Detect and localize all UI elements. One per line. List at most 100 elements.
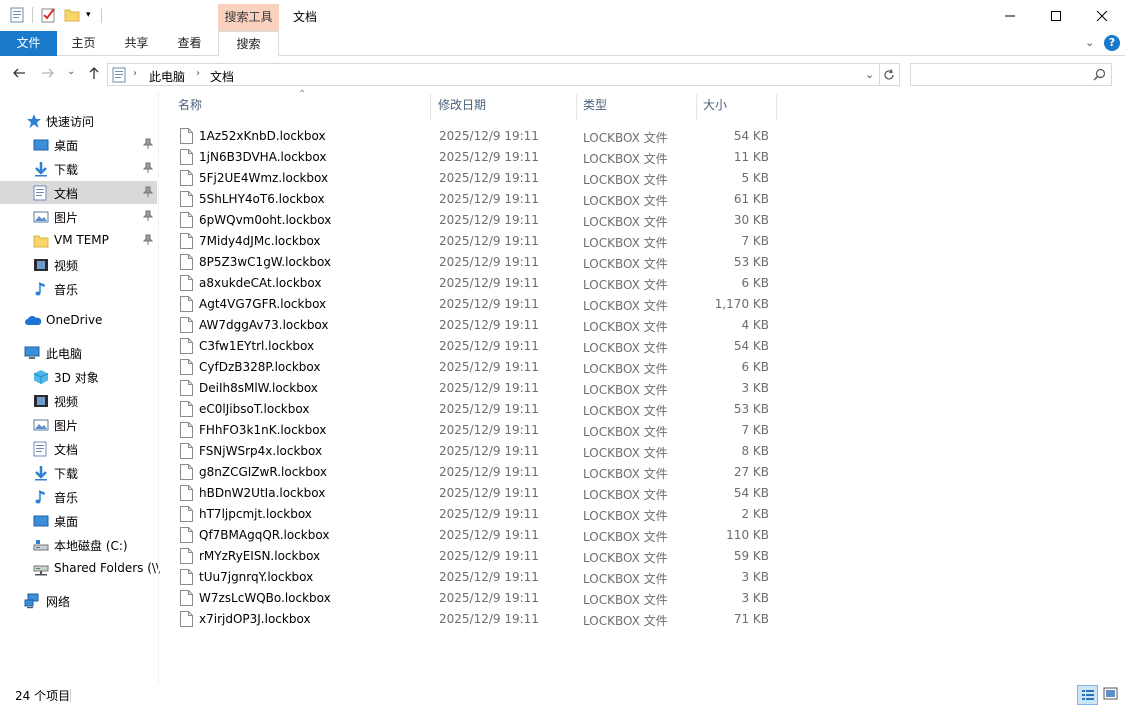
chevron-right-icon[interactable]: › <box>133 68 137 79</box>
ribbon-expand-icon[interactable]: ⌄ <box>1085 36 1094 49</box>
file-row[interactable]: a8xukdeCAt.lockbox 2025/12/9 19:11 LOCKBOX… <box>178 273 778 294</box>
forward-button[interactable] <box>41 66 55 83</box>
file-date: 2025/12/9 19:11 <box>439 528 539 542</box>
pin-icon[interactable] <box>142 210 154 222</box>
maximize-button[interactable] <box>1033 0 1079 31</box>
file-row[interactable]: g8nZCGIZwR.lockbox 2025/12/9 19:11 LOCKBOX… <box>178 462 778 483</box>
search-input[interactable] <box>910 63 1112 86</box>
chevron-right-icon[interactable]: › <box>196 68 200 79</box>
tab-search[interactable]: 搜索 <box>218 31 279 57</box>
details-view-button[interactable] <box>1077 685 1098 705</box>
file-row[interactable]: 1Az52xKnbD.lockbox 2025/12/9 19:11 LOCKBOX… <box>178 126 778 147</box>
file-row[interactable]: 5Fj2UE4Wmz.lockbox 2025/12/9 19:11 LOCKBOX… <box>178 168 778 189</box>
nav-network[interactable]: 网络 <box>0 589 157 612</box>
nav-shared-folders[interactable]: Shared Folders (\\ <box>0 557 160 580</box>
file-row[interactable]: FHhFO3k1nK.lockbox 2025/12/9 19:11 LOCKBOX… <box>178 420 778 441</box>
nav-videos[interactable]: 视频 <box>0 389 157 412</box>
column-header-label: 类型 <box>583 98 608 112</box>
nav-desktop-pinned[interactable]: 桌面 <box>0 133 157 156</box>
file-row[interactable]: Qf7BMAgqQR.lockbox 2025/12/9 19:11 LOCKBOX… <box>178 525 778 546</box>
large-icons-view-button[interactable] <box>1101 685 1122 705</box>
file-row[interactable]: 6pWQvm0oht.lockbox 2025/12/9 19:11 LOCKBOX… <box>178 210 778 231</box>
pin-icon[interactable] <box>142 186 154 198</box>
tab-share[interactable]: 共享 <box>110 31 163 56</box>
nav-local-disk-c[interactable]: 本地磁盘 (C:) <box>0 533 157 556</box>
file-row[interactable]: x7irjdOP3J.lockbox 2025/12/9 19:11 LOCKBOX… <box>178 609 778 630</box>
recent-locations-icon[interactable]: ⌄ <box>67 66 75 77</box>
nav-videos-quick[interactable]: 视频 <box>0 253 157 276</box>
file-row[interactable]: eC0lJibsoT.lockbox 2025/12/9 19:11 LOCKBOX… <box>178 399 778 420</box>
file-size: 7 KB <box>741 234 769 248</box>
file-row[interactable]: 7Midy4dJMc.lockbox 2025/12/9 19:11 LOCKBOX… <box>178 231 778 252</box>
file-row[interactable]: 8P5Z3wC1gW.lockbox 2025/12/9 19:11 LOCKBOX… <box>178 252 778 273</box>
nav-pictures[interactable]: 图片 <box>0 413 157 436</box>
file-row[interactable]: DeiIh8sMlW.lockbox 2025/12/9 19:11 LOCKBOX… <box>178 378 778 399</box>
file-row[interactable]: W7zsLcWQBo.lockbox 2025/12/9 19:11 LOCKBOX… <box>178 588 778 609</box>
pane-divider[interactable] <box>158 92 159 685</box>
file-type: LOCKBOX 文件 <box>583 467 668 481</box>
properties-icon[interactable] <box>10 7 24 23</box>
file-row[interactable]: rMYzRyEISN.lockbox 2025/12/9 19:11 LOCKBOX… <box>178 546 778 567</box>
address-bar[interactable]: › 此电脑 › 文档 ⌄ <box>107 63 880 86</box>
file-type: LOCKBOX 文件 <box>583 446 668 460</box>
column-header-size[interactable]: 大小 <box>685 92 775 120</box>
tab-file[interactable]: 文件 <box>0 31 57 56</box>
file-row[interactable]: CyfDzB328P.lockbox 2025/12/9 19:11 LOCKBOX… <box>178 357 778 378</box>
file-date: 2025/12/9 19:11 <box>439 150 539 164</box>
quick-access-dropdown-icon[interactable]: ▾ <box>86 10 91 20</box>
nav-3d-objects[interactable]: 3D 对象 <box>0 365 157 388</box>
breadcrumb-this-pc[interactable]: 此电脑 <box>149 68 185 85</box>
nav-downloads-pinned[interactable]: 下载 <box>0 157 157 180</box>
pin-icon[interactable] <box>142 234 154 246</box>
up-button[interactable] <box>87 66 101 83</box>
file-row[interactable]: Agt4VG7GFR.lockbox 2025/12/9 19:11 LOCKBOX… <box>178 294 778 315</box>
file-row[interactable]: C3fw1EYtrl.lockbox 2025/12/9 19:11 LOCKBOX… <box>178 336 778 357</box>
file-size: 3 KB <box>741 591 769 605</box>
nav-this-pc[interactable]: 此电脑 <box>0 341 157 364</box>
pin-icon[interactable] <box>142 162 154 174</box>
address-dropdown-icon[interactable]: ⌄ <box>865 68 874 81</box>
breadcrumb-documents[interactable]: 文档 <box>210 68 234 85</box>
nav-quick-access[interactable]: 快速访问 <box>0 109 157 132</box>
tab-view[interactable]: 查看 <box>163 31 216 56</box>
file-row[interactable]: 5ShLHY4oT6.lockbox 2025/12/9 19:11 LOCKBOX… <box>178 189 778 210</box>
new-folder-icon[interactable] <box>64 7 80 23</box>
help-icon[interactable]: ? <box>1104 35 1120 51</box>
file-row[interactable]: 1jN6B3DVHA.lockbox 2025/12/9 19:11 LOCKBOX… <box>178 147 778 168</box>
nav-documents[interactable]: 文档 <box>0 437 157 460</box>
refresh-button[interactable] <box>879 63 900 86</box>
file-size: 54 KB <box>733 129 769 143</box>
nav-documents-pinned[interactable]: 文档 <box>0 181 157 204</box>
search-icon[interactable] <box>1093 68 1106 84</box>
file-row[interactable]: AW7dggAv73.lockbox 2025/12/9 19:11 LOCKBOX… <box>178 315 778 336</box>
column-resize-handle[interactable] <box>776 94 777 120</box>
file-row[interactable]: FSNjWSrp4x.lockbox 2025/12/9 19:11 LOCKBOX… <box>178 441 778 462</box>
nav-music-quick[interactable]: 音乐 <box>0 277 157 300</box>
file-row[interactable]: tUu7jgnrqY.lockbox 2025/12/9 19:11 LOCKBOX… <box>178 567 778 588</box>
refresh-icon <box>884 68 894 79</box>
file-date: 2025/12/9 19:11 <box>439 297 539 311</box>
file-date: 2025/12/9 19:11 <box>439 255 539 269</box>
back-button[interactable] <box>12 66 26 83</box>
file-type: LOCKBOX 文件 <box>583 278 668 292</box>
column-header-name[interactable]: 名称 <box>160 92 418 120</box>
file-date: 2025/12/9 19:11 <box>439 192 539 206</box>
column-header-date[interactable]: 修改日期 <box>420 92 564 120</box>
column-header-type[interactable]: 类型 <box>565 92 680 120</box>
nav-desktop[interactable]: 桌面 <box>0 509 157 532</box>
file-row[interactable]: hBDnW2UtIa.lockbox 2025/12/9 19:11 LOCKBOX… <box>178 483 778 504</box>
pin-icon[interactable] <box>142 138 154 150</box>
nav-downloads[interactable]: 下载 <box>0 461 157 484</box>
nav-label: 桌面 <box>54 515 79 529</box>
file-size: 7 KB <box>741 423 769 437</box>
file-name: eC0lJibsoT.lockbox <box>199 402 310 416</box>
tab-home[interactable]: 主页 <box>57 31 110 56</box>
nav-pictures-pinned[interactable]: 图片 <box>0 205 157 228</box>
nav-vm-temp-pinned[interactable]: VM TEMP <box>0 229 157 252</box>
file-row[interactable]: hT7ljpcmjt.lockbox 2025/12/9 19:11 LOCKBOX… <box>178 504 778 525</box>
nav-music[interactable]: 音乐 <box>0 485 157 508</box>
nav-onedrive[interactable]: OneDrive <box>0 309 157 332</box>
minimize-button[interactable] <box>987 0 1033 31</box>
checkmark-icon[interactable] <box>41 7 55 23</box>
close-button[interactable] <box>1079 0 1125 31</box>
